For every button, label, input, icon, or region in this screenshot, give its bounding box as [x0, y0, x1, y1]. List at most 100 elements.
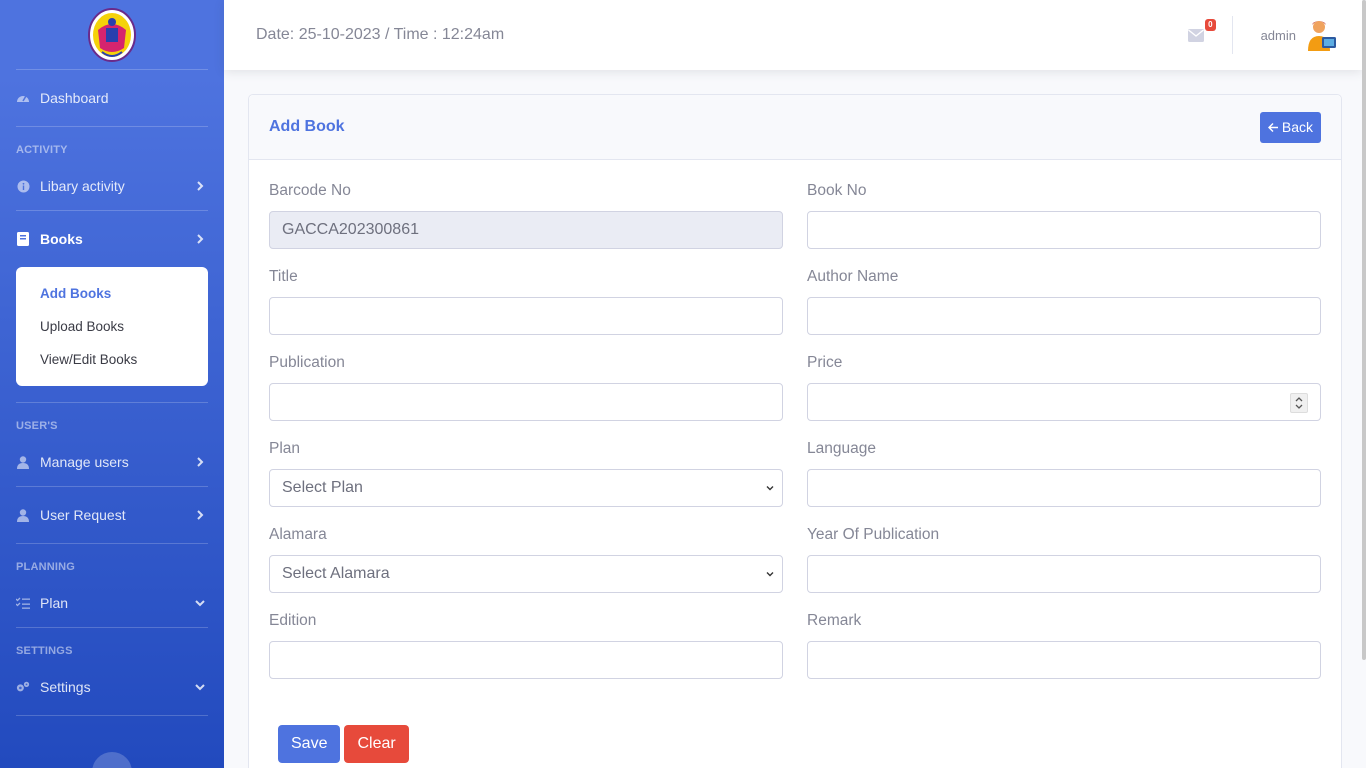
- publication-input[interactable]: [269, 383, 783, 421]
- sidebar-toggle-button[interactable]: [92, 752, 132, 768]
- sidebar-heading-activity: ACTIVITY: [16, 144, 68, 156]
- submenu-item-upload-books[interactable]: Upload Books: [16, 310, 208, 343]
- user-name[interactable]: admin: [1261, 28, 1296, 43]
- year-field: Year Of Publication: [807, 525, 1321, 611]
- topbar: Date: 25-10-2023 / Time : 12:24am 0 admi…: [224, 0, 1362, 70]
- info-circle-icon: [16, 179, 30, 193]
- sidebar-item-manage-users[interactable]: Manage users: [0, 438, 224, 486]
- chevron-right-icon: [197, 234, 204, 244]
- title-label: Title: [269, 268, 298, 285]
- sidebar-item-books[interactable]: Books: [0, 211, 224, 267]
- chevron-down-icon: [766, 572, 774, 577]
- sidebar-item-library-activity[interactable]: Libary activity: [0, 162, 224, 210]
- author-field: Author Name: [807, 267, 1321, 353]
- edition-input[interactable]: [269, 641, 783, 679]
- remark-label: Remark: [807, 612, 862, 629]
- stepper-arrows-icon: [1295, 397, 1303, 409]
- price-stepper[interactable]: [1290, 393, 1308, 413]
- clear-button[interactable]: Clear: [344, 725, 409, 763]
- chevron-right-icon: [197, 181, 204, 191]
- remark-input[interactable]: [807, 641, 1321, 679]
- barcode-field: Barcode No GACCA202300861: [269, 181, 783, 267]
- language-label: Language: [807, 440, 876, 457]
- sidebar-item-user-request[interactable]: User Request: [0, 487, 224, 543]
- sidebar-item-settings[interactable]: Settings: [0, 663, 224, 711]
- sidebar-divider: [16, 715, 208, 716]
- tachometer-icon: [16, 91, 30, 105]
- book-no-label: Book No: [807, 182, 867, 199]
- author-label: Author Name: [807, 268, 899, 285]
- topbar-right: 0 admin: [1187, 0, 1362, 70]
- submenu-item-view-edit-books[interactable]: View/Edit Books: [16, 343, 208, 376]
- plan-select-value: Select Plan: [282, 479, 363, 496]
- sidebar-heading-users: USER'S: [16, 420, 58, 432]
- sidebar-item-label: Manage users: [40, 454, 129, 470]
- price-label: Price: [807, 354, 843, 371]
- sidebar: Dashboard ACTIVITY Libary activity Books…: [0, 0, 224, 768]
- user-icon: [16, 455, 30, 469]
- submenu-item-add-books[interactable]: Add Books: [16, 277, 208, 310]
- year-label: Year Of Publication: [807, 526, 940, 543]
- chevron-down-icon: [195, 600, 205, 607]
- books-submenu: Add Books Upload Books View/Edit Books: [16, 267, 208, 386]
- price-field: Price: [807, 353, 1321, 439]
- sidebar-item-label: Plan: [40, 595, 69, 611]
- page-title: Add Book: [269, 118, 345, 135]
- barcode-input[interactable]: GACCA202300861: [269, 211, 783, 249]
- chevron-right-icon: [197, 510, 204, 520]
- sidebar-heading-planning: PLANNING: [16, 561, 76, 573]
- messages-count-badge: 0: [1205, 19, 1216, 31]
- messages-button[interactable]: 0: [1187, 19, 1216, 45]
- publication-label: Publication: [269, 354, 345, 371]
- card-header: Add Book Back: [249, 95, 1341, 160]
- back-button[interactable]: Back: [1259, 111, 1321, 143]
- alamara-select-value: Select Alamara: [282, 565, 390, 582]
- edition-field: Edition: [269, 611, 783, 697]
- barcode-value: GACCA202300861: [282, 221, 419, 238]
- topbar-divider: [1231, 16, 1233, 54]
- title-input[interactable]: [269, 297, 783, 335]
- add-book-card: Add Book Back Barcode No GACCA202300861 …: [248, 94, 1342, 768]
- edition-label: Edition: [269, 612, 317, 629]
- author-input[interactable]: [807, 297, 1321, 335]
- chevron-right-icon: [197, 457, 204, 467]
- plan-field: Plan Select Plan: [269, 439, 783, 525]
- envelope-icon: [1187, 29, 1204, 42]
- publication-field: Publication: [269, 353, 783, 439]
- college-logo-icon: [88, 7, 136, 62]
- title-field: Title: [269, 267, 783, 353]
- add-book-form: Barcode No GACCA202300861 Book No Title …: [269, 181, 1321, 697]
- form-actions: Save Clear: [278, 725, 409, 763]
- book-no-field: Book No: [807, 181, 1321, 267]
- list-check-icon: [16, 596, 30, 610]
- remark-field: Remark: [807, 611, 1321, 697]
- back-button-label: Back: [1281, 119, 1313, 135]
- alamara-select[interactable]: Select Alamara: [269, 555, 783, 593]
- user-icon: [16, 508, 30, 522]
- date-time-display: Date: 25-10-2023 / Time : 12:24am: [256, 26, 505, 43]
- avatar[interactable]: [1306, 19, 1338, 51]
- sidebar-heading-settings: SETTINGS: [16, 645, 73, 657]
- save-button[interactable]: Save: [278, 725, 341, 763]
- sidebar-item-label: Books: [40, 231, 83, 247]
- year-input[interactable]: [807, 555, 1321, 593]
- sidebar-item-label: Dashboard: [40, 90, 109, 106]
- sidebar-brand[interactable]: [16, 0, 208, 70]
- price-input[interactable]: [807, 383, 1321, 421]
- sidebar-item-label: Libary activity: [40, 178, 125, 194]
- cogs-icon: [16, 680, 30, 694]
- language-field: Language: [807, 439, 1321, 525]
- sidebar-item-label: User Request: [40, 507, 126, 523]
- plan-label: Plan: [269, 440, 301, 457]
- barcode-label: Barcode No: [269, 182, 351, 199]
- book-no-input[interactable]: [807, 211, 1321, 249]
- arrow-left-icon: [1267, 122, 1278, 132]
- sidebar-item-label: Settings: [40, 679, 91, 695]
- sidebar-item-dashboard[interactable]: Dashboard: [0, 70, 224, 126]
- alamara-label: Alamara: [269, 526, 327, 543]
- sidebar-item-plan[interactable]: Plan: [0, 579, 224, 627]
- page-scrollbar[interactable]: [1362, 0, 1366, 660]
- book-icon: [16, 232, 30, 246]
- language-input[interactable]: [807, 469, 1321, 507]
- plan-select[interactable]: Select Plan: [269, 469, 783, 507]
